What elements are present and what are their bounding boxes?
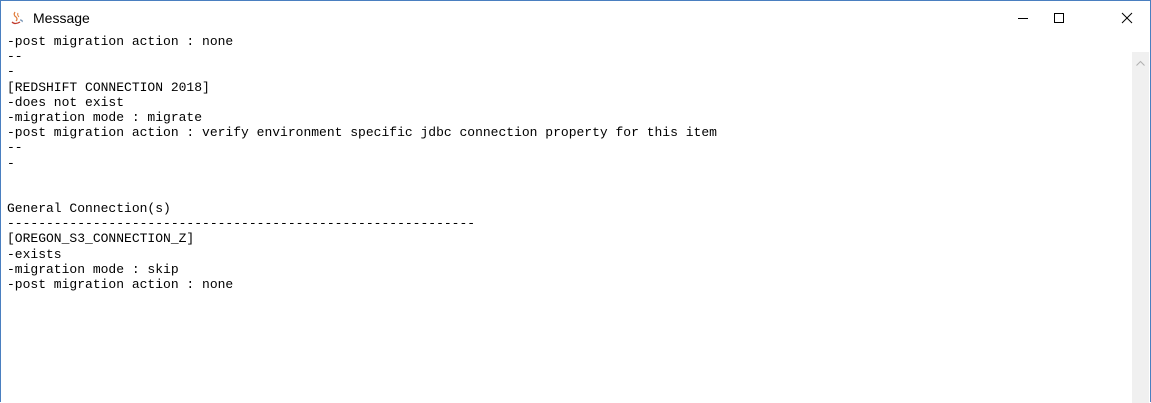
log-line: -- bbox=[7, 140, 23, 156]
log-line: [REDSHIFT CONNECTION 2018] bbox=[7, 79, 210, 95]
maximize-button[interactable] bbox=[1036, 1, 1082, 34]
log-line: - bbox=[7, 155, 15, 171]
close-button[interactable] bbox=[1104, 1, 1150, 34]
log-line: General Connection(s) bbox=[7, 201, 171, 217]
log-line: -does not exist bbox=[7, 94, 125, 110]
title-bar[interactable]: Message bbox=[1, 1, 1150, 34]
maximize-icon bbox=[1054, 12, 1064, 23]
log-line: ----------------------------------------… bbox=[7, 216, 476, 232]
log-line: [OREGON_S3_CONNECTION_Z] bbox=[7, 231, 195, 247]
message-window: Message -post migration action : none --… bbox=[0, 0, 1151, 403]
java-cup-icon bbox=[11, 11, 23, 25]
log-line: -exists bbox=[7, 246, 62, 262]
minimize-icon bbox=[1018, 17, 1028, 19]
log-line: -migration mode : skip bbox=[7, 261, 179, 277]
log-line: -post migration action : verify environm… bbox=[7, 125, 717, 141]
log-line: -post migration action : none bbox=[7, 277, 234, 292]
chevron-up-icon bbox=[1136, 60, 1145, 66]
log-line: -post migration action : none bbox=[7, 34, 234, 49]
window-title: Message bbox=[33, 10, 90, 26]
scroll-up-button[interactable] bbox=[1132, 54, 1149, 71]
close-icon bbox=[1121, 12, 1133, 23]
log-line: -migration mode : migrate bbox=[7, 109, 203, 125]
log-line: - bbox=[7, 64, 15, 80]
message-text-area[interactable]: -post migration action : none -- - [REDS… bbox=[7, 34, 1127, 403]
log-line: -- bbox=[7, 49, 23, 65]
vertical-scrollbar[interactable] bbox=[1132, 52, 1149, 403]
